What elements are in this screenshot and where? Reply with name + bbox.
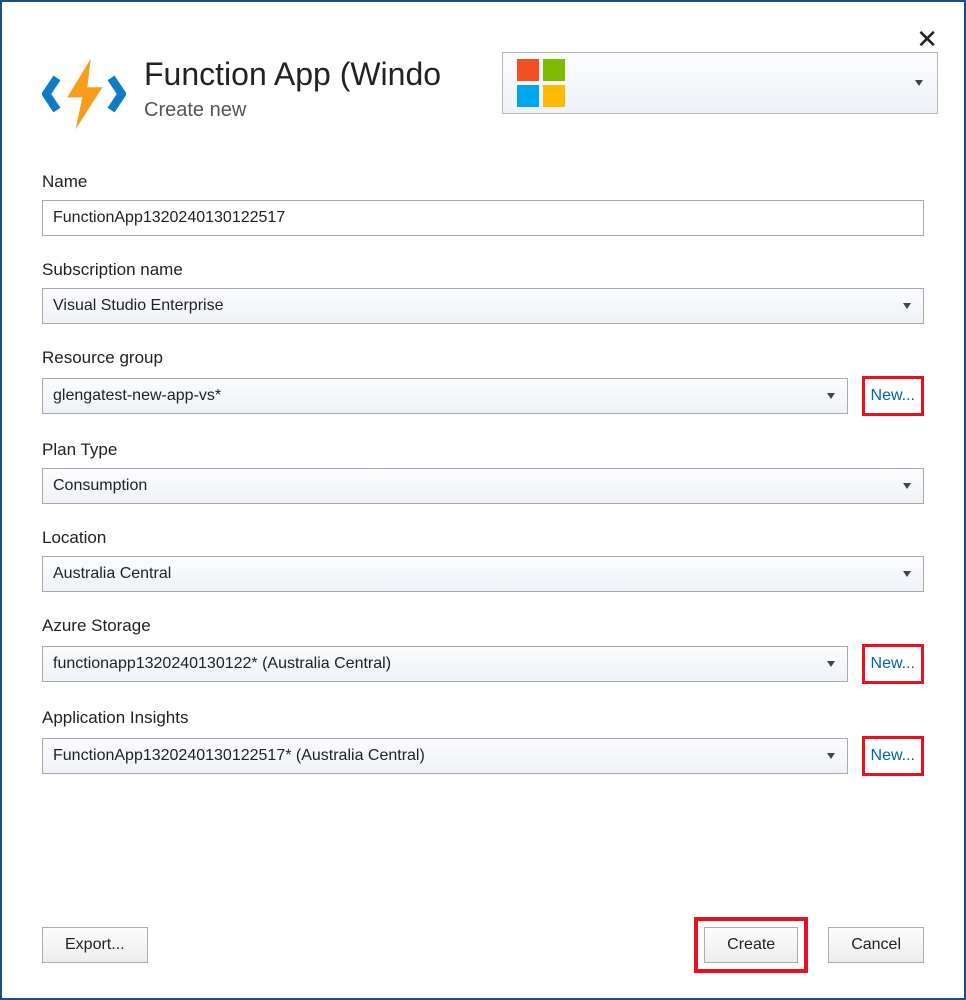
chevron-down-icon xyxy=(827,753,835,759)
location-field: Location Australia Central xyxy=(42,528,924,592)
plan-type-field: Plan Type Consumption xyxy=(42,440,924,504)
storage-label: Azure Storage xyxy=(42,616,924,636)
storage-dropdown[interactable]: functionapp1320240130122* (Australia Cen… xyxy=(42,646,848,682)
form: Name Subscription name Visual Studio Ent… xyxy=(2,136,964,776)
storage-new-highlight: New... xyxy=(862,644,924,684)
location-value: Australia Central xyxy=(53,565,171,583)
resource-group-new-highlight: New... xyxy=(862,376,924,416)
storage-new-link[interactable]: New... xyxy=(871,655,915,672)
microsoft-logo-icon xyxy=(517,59,565,107)
resource-group-dropdown[interactable]: glengatest-new-app-vs* xyxy=(42,378,848,414)
insights-field: Application Insights FunctionApp13202401… xyxy=(42,708,924,776)
account-selector[interactable] xyxy=(502,52,938,114)
export-button[interactable]: Export... xyxy=(42,927,148,963)
dialog-footer: Export... Create Cancel xyxy=(2,917,964,973)
azure-functions-icon xyxy=(42,52,126,136)
resource-group-field: Resource group glengatest-new-app-vs* Ne… xyxy=(42,348,924,416)
subscription-value: Visual Studio Enterprise xyxy=(53,297,223,315)
storage-field: Azure Storage functionapp1320240130122* … xyxy=(42,616,924,684)
name-field: Name xyxy=(42,172,924,236)
chevron-down-icon xyxy=(827,393,835,399)
location-label: Location xyxy=(42,528,924,548)
insights-new-highlight: New... xyxy=(862,736,924,776)
subscription-field: Subscription name Visual Studio Enterpri… xyxy=(42,260,924,324)
plan-type-label: Plan Type xyxy=(42,440,924,460)
plan-type-dropdown[interactable]: Consumption xyxy=(42,468,924,504)
resource-group-value: glengatest-new-app-vs* xyxy=(53,387,221,405)
insights-dropdown[interactable]: FunctionApp1320240130122517* (Australia … xyxy=(42,738,848,774)
chevron-down-icon xyxy=(827,661,835,667)
create-button-highlight: Create xyxy=(694,917,808,973)
resource-group-new-link[interactable]: New... xyxy=(871,387,915,404)
name-label: Name xyxy=(42,172,924,192)
chevron-down-icon xyxy=(915,80,923,86)
cancel-button[interactable]: Cancel xyxy=(828,927,924,963)
create-button[interactable]: Create xyxy=(704,927,798,963)
chevron-down-icon xyxy=(903,303,911,309)
insights-label: Application Insights xyxy=(42,708,924,728)
dialog-subtitle: Create new xyxy=(144,99,441,122)
insights-value: FunctionApp1320240130122517* (Australia … xyxy=(53,747,425,765)
subscription-label: Subscription name xyxy=(42,260,924,280)
dialog-title: Function App (Windo xyxy=(144,56,441,93)
insights-new-link[interactable]: New... xyxy=(871,747,915,764)
storage-value: functionapp1320240130122* (Australia Cen… xyxy=(53,655,391,673)
subscription-dropdown[interactable]: Visual Studio Enterprise xyxy=(42,288,924,324)
chevron-down-icon xyxy=(903,483,911,489)
close-button[interactable]: ✕ xyxy=(916,24,938,55)
location-dropdown[interactable]: Australia Central xyxy=(42,556,924,592)
plan-type-value: Consumption xyxy=(53,477,147,495)
chevron-down-icon xyxy=(903,571,911,577)
resource-group-label: Resource group xyxy=(42,348,924,368)
name-input[interactable] xyxy=(42,200,924,236)
